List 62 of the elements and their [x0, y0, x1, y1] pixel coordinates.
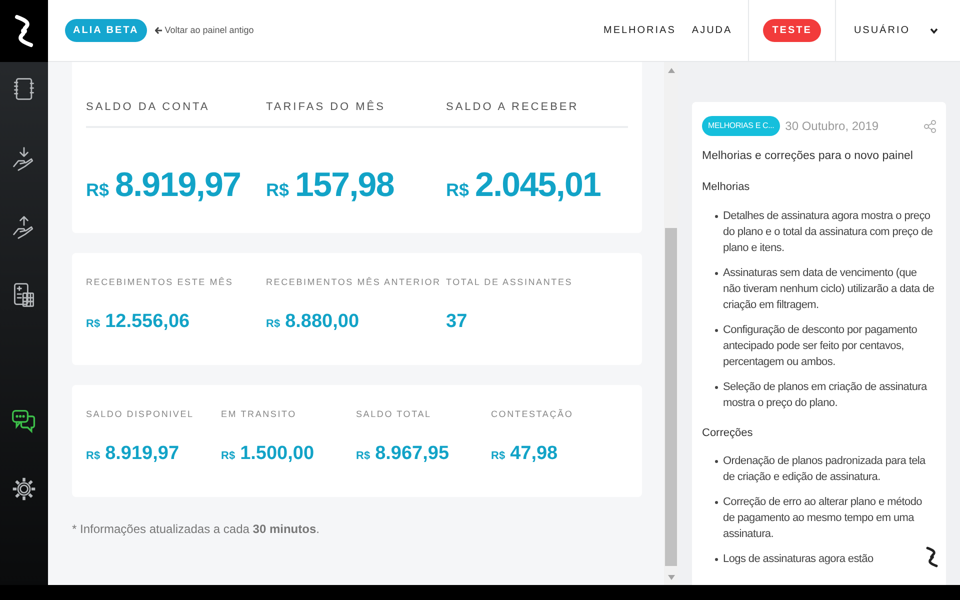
- bullet-icon: [715, 460, 718, 464]
- list-item-text: Logs de assinaturas agora estão: [723, 552, 874, 568]
- settings-icon[interactable]: [11, 475, 37, 503]
- list-item-text: Configuração de desconto por pagamento antecipado pode ser feito por centavos, percentagem ou ambos.: [723, 322, 918, 370]
- arrow-left-icon: [154, 27, 162, 34]
- list-item-text: Ordenação de planos padronizada para tela de criação e edição de assinatura.: [723, 454, 927, 486]
- stat-value: 47,98: [510, 442, 558, 466]
- stat-label: TOTAL DE ASSINANTES: [446, 276, 574, 289]
- stat-label: SALDO TOTAL: [356, 408, 432, 421]
- scrollbar-thumb[interactable]: [665, 228, 677, 566]
- bullet-icon: [715, 328, 718, 332]
- currency-symbol: R$: [221, 448, 236, 464]
- calculator-document-icon[interactable]: [11, 281, 37, 309]
- list-item-text: Seleção de planos em criação de assinatura mostra o preço do plano.: [723, 380, 928, 411]
- stat-label: SALDO DA CONTA: [86, 100, 211, 115]
- bullet-icon: [715, 272, 718, 275]
- bullet-icon: [715, 558, 718, 562]
- stat-label: RECEBIMENTOS MÊS ANTERIOR: [266, 276, 442, 289]
- bullet-icon: [715, 386, 718, 389]
- stat-label: CONTESTAÇÃO: [491, 408, 574, 421]
- back-link[interactable]: Voltar ao painel antigo: [154, 24, 254, 38]
- list-item-text: Correção de erro ao alterar plano e método de pagamento ao mesmo tempo em uma assinatura.: [723, 495, 923, 542]
- currency-symbol: R$: [266, 316, 280, 332]
- stat-value: 8.880,00: [285, 310, 360, 334]
- stat-label: SALDO DISPONIVEL: [86, 408, 195, 421]
- stat-label: EM TRANSITO: [221, 408, 298, 421]
- nav-link[interactable]: MELHORIAS: [604, 23, 676, 38]
- currency-symbol: R$: [266, 178, 290, 202]
- section-heading: Correções: [702, 426, 754, 441]
- currency-symbol: R$: [446, 178, 470, 202]
- logo-icon[interactable]: [13, 14, 35, 48]
- update-note: * Informações atualizadas a cada 30 minutos.: [72, 521, 320, 538]
- stat-label: TARIFAS DO MÊS: [266, 99, 386, 115]
- stat-value: 2.045,01: [475, 164, 601, 206]
- chevron-down-icon: [930, 28, 938, 34]
- currency-symbol: R$: [86, 316, 100, 332]
- stat-value: 37: [446, 310, 468, 334]
- stat-label: SALDO A RECEBER: [446, 100, 580, 115]
- stat-value: 1.500,00: [240, 442, 314, 466]
- currency-symbol: R$: [356, 448, 370, 464]
- news-date: 30 Outubro, 2019: [785, 118, 879, 135]
- bullet-icon: [715, 214, 718, 218]
- notebook-icon[interactable]: [11, 75, 37, 103]
- news-title: Melhorias e correções para o novo painel: [702, 149, 914, 164]
- environment-badge: TESTE: [763, 19, 821, 42]
- nav-link[interactable]: AJUDA: [692, 23, 732, 38]
- beta-badge: ALIA BETA: [65, 19, 147, 42]
- currency-symbol: R$: [491, 448, 506, 464]
- stat-value: 157,98: [295, 164, 394, 206]
- currency-symbol: R$: [86, 178, 110, 202]
- stat-value: 12.556,06: [105, 310, 190, 334]
- section-heading: Melhorias: [702, 180, 751, 196]
- bullet-icon: [715, 501, 718, 504]
- stat-value: 8.919,97: [115, 164, 241, 206]
- chat-bubbles-icon[interactable]: [11, 407, 37, 435]
- list-item-text: Detalhes de assinatura agora mostra o preço do plano e o total da assinatura com preço de plano e itens.: [723, 208, 934, 256]
- stat-value: 8.967,95: [375, 442, 450, 466]
- logo-icon: [925, 546, 939, 568]
- stat-value: 8.919,97: [105, 442, 180, 466]
- stat-label: RECEBIMENTOS ESTE MÊS: [86, 276, 234, 289]
- list-item-text: Assinaturas sem data de vencimento (que não tiveram nenhum ciclo) utilizarão a data de criação em filtragem.: [723, 266, 936, 313]
- currency-symbol: R$: [86, 448, 100, 464]
